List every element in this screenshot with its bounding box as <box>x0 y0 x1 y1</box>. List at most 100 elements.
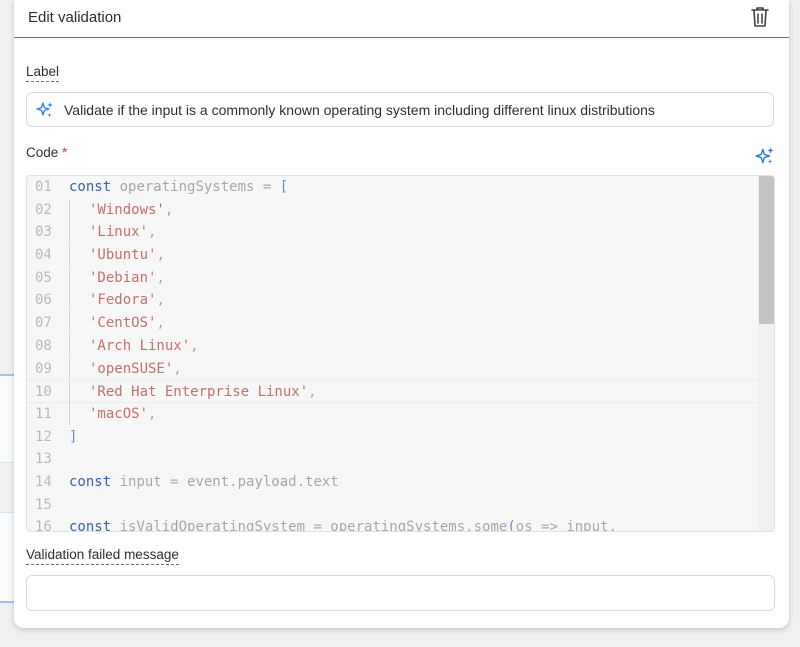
code-token: , <box>156 315 165 332</box>
code-line: 05 'Debian', <box>27 266 758 290</box>
code-line: 11 'macOS', <box>27 402 758 426</box>
line-number: 13 <box>35 451 52 468</box>
code-line: 14 const input = event.payload.text <box>27 471 758 494</box>
line-number: 09 <box>35 360 52 377</box>
code-text: const isValidOperatingSystem = operating… <box>69 516 617 532</box>
code-line: 04 'Ubuntu', <box>27 244 758 267</box>
line-number: 16 <box>35 519 52 532</box>
code-lines: 01 const operatingSystems = [02 'Windows',… <box>27 176 758 532</box>
line-number: 05 <box>35 269 52 286</box>
indent-guide <box>69 381 89 404</box>
label-input[interactable]: Validate if the input is a commonly know… <box>26 92 774 127</box>
background-panel-edge <box>0 374 15 463</box>
line-number: 01 <box>35 179 52 195</box>
code-scrollbar[interactable] <box>758 176 774 531</box>
code-line: 13 <box>27 448 758 471</box>
code-line: 09 'openSUSE', <box>27 357 758 381</box>
code-token: const <box>69 473 112 490</box>
code-token: os => input. <box>515 519 617 532</box>
label-field-label: Label <box>26 64 60 82</box>
code-line: 12] <box>27 426 758 449</box>
code-line: 07 'CentOS', <box>27 312 758 335</box>
code-token: , <box>156 247 165 264</box>
code-token: const <box>69 179 112 195</box>
code-token: , <box>156 292 165 309</box>
line-number: 06 <box>35 292 52 309</box>
line-number: 03 <box>35 224 52 241</box>
code-text: 'CentOS', <box>69 312 165 335</box>
scrollbar-thumb[interactable] <box>759 176 774 324</box>
code-token: ] <box>69 428 78 445</box>
code-token: , <box>156 269 165 286</box>
code-token: input = event.payload.text <box>111 473 339 490</box>
indent-guide <box>69 244 89 267</box>
code-token: , <box>190 337 199 354</box>
line-number: 14 <box>35 473 52 490</box>
background-panel-edge <box>0 512 15 603</box>
code-field-label: Code * <box>26 145 67 162</box>
code-token: , <box>164 201 174 218</box>
code-token: , <box>308 384 317 401</box>
line-number: 12 <box>35 428 52 445</box>
code-text: 'Arch Linux', <box>69 334 199 358</box>
code-token: ( <box>507 519 516 532</box>
code-editor[interactable]: 01 const operatingSystems = [02 'Windows',… <box>26 175 775 532</box>
code-token: 'Red Hat Enterprise Linux' <box>89 384 309 401</box>
line-number: 07 <box>35 315 52 332</box>
code-token: 'Fedora' <box>89 292 157 309</box>
code-text: 'openSUSE', <box>69 357 182 381</box>
indent-guide <box>69 198 89 221</box>
code-line: 06 'Fedora', <box>27 289 758 312</box>
sparkles-icon[interactable] <box>755 146 775 166</box>
code-text: 'Windows', <box>69 198 174 222</box>
line-number: 15 <box>35 496 52 513</box>
code-line: 03 'Linux', <box>27 221 758 244</box>
code-text: ] <box>69 426 77 449</box>
dialog-header: Edit validation <box>14 0 789 38</box>
code-token: 'Linux' <box>89 224 149 241</box>
code-text: 'macOS', <box>69 402 157 426</box>
indent-guide <box>69 266 89 289</box>
indent-guide <box>69 289 89 312</box>
message-field-label: Validation failed message <box>26 547 179 565</box>
code-text: 'Linux', <box>69 221 156 244</box>
code-line: 15 <box>27 494 758 517</box>
code-token: const <box>69 519 112 532</box>
code-token: 'Ubuntu' <box>89 247 157 264</box>
indent-guide <box>69 221 89 244</box>
required-mark: * <box>62 145 68 160</box>
line-number: 08 <box>35 337 52 354</box>
code-token: isValidOperatingSystem = operatingSystem… <box>111 519 508 532</box>
code-token: , <box>148 405 157 422</box>
indent-guide <box>69 334 89 357</box>
sparkles-icon[interactable] <box>36 101 54 119</box>
line-number: 02 <box>35 201 52 218</box>
trash-icon[interactable] <box>749 5 771 29</box>
code-text: 'Ubuntu', <box>69 244 165 267</box>
dialog-title: Edit validation <box>28 9 122 26</box>
code-token: 'Windows' <box>89 201 165 218</box>
code-token: 'Arch Linux' <box>89 337 191 354</box>
code-text: 'Debian', <box>69 266 165 290</box>
code-line: 10 'Red Hat Enterprise Linux', <box>27 380 758 404</box>
indent-guide <box>69 312 89 335</box>
code-text: const input = event.payload.text <box>69 471 339 494</box>
line-number: 04 <box>35 247 52 264</box>
code-token: 'CentOS' <box>89 315 157 332</box>
code-token: 'macOS' <box>89 405 149 422</box>
code-text: 'Red Hat Enterprise Linux', <box>69 381 317 404</box>
code-line: 01 const operatingSystems = [ <box>27 176 758 199</box>
code-line: 02 'Windows', <box>27 198 758 222</box>
code-token: , <box>148 224 157 241</box>
line-number: 11 <box>35 405 52 422</box>
code-token: operatingSystems = <box>111 179 280 195</box>
code-line: 16 const isValidOperatingSystem = operati… <box>27 516 758 532</box>
indent-guide <box>69 357 89 380</box>
indent-guide <box>69 402 89 425</box>
line-number: 10 <box>35 384 52 401</box>
validation-message-input[interactable] <box>26 575 775 611</box>
code-token: 'openSUSE' <box>89 360 174 377</box>
code-token: , <box>173 360 182 377</box>
edit-validation-dialog: Edit validation Label Validate if the in… <box>14 0 789 628</box>
code-line: 08 'Arch Linux', <box>27 334 758 358</box>
